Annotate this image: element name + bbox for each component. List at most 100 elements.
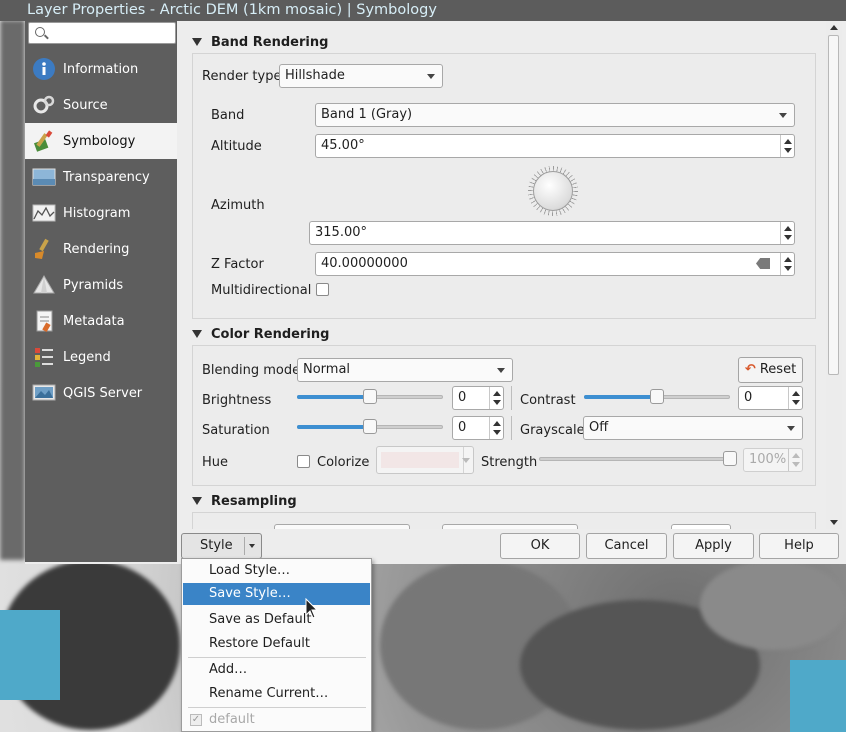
- color-rendering-header[interactable]: Color Rendering: [192, 324, 329, 344]
- style-button[interactable]: Style: [181, 533, 262, 559]
- contrast-spinbox[interactable]: 0: [738, 386, 803, 410]
- slider-handle[interactable]: [650, 389, 664, 404]
- menu-item-rename-current[interactable]: Rename Current…: [183, 683, 370, 705]
- resampling-header[interactable]: Resampling: [192, 491, 297, 511]
- collapse-triangle-icon: [192, 330, 202, 338]
- zfactor-value: 40.00000000: [321, 256, 408, 271]
- brightness-spinbox[interactable]: 0: [452, 386, 504, 410]
- strength-spinbox[interactable]: 100%: [743, 448, 803, 472]
- chevron-down-icon: [779, 113, 787, 118]
- menu-separator: [188, 657, 366, 658]
- azimuth-dial[interactable]: [528, 166, 578, 216]
- band-label: Band: [211, 108, 245, 123]
- spin-buttons[interactable]: [780, 222, 794, 244]
- slider-handle[interactable]: [363, 389, 377, 404]
- resampling-group: [192, 512, 816, 529]
- sidebar-item-label: Legend: [63, 349, 111, 365]
- sidebar-item-label: QGIS Server: [63, 385, 143, 401]
- brightness-slider[interactable]: [297, 389, 443, 405]
- saturation-label: Saturation: [202, 423, 270, 438]
- spin-buttons[interactable]: [489, 387, 503, 409]
- sidebar-item-pyramids[interactable]: Pyramids: [25, 267, 177, 303]
- altitude-label: Altitude: [211, 139, 262, 154]
- colorize-color-button[interactable]: [376, 446, 474, 474]
- spin-buttons[interactable]: [780, 253, 794, 275]
- zfactor-spinbox[interactable]: 40.00000000: [315, 252, 795, 276]
- colorize-checkbox[interactable]: [297, 455, 310, 468]
- sidebar-item-information[interactable]: Information: [25, 51, 177, 87]
- sidebar-item-source[interactable]: Source: [25, 87, 177, 123]
- zfactor-label: Z Factor: [211, 257, 264, 272]
- saturation-value: 0: [458, 420, 467, 435]
- azimuth-spinbox[interactable]: 315.00°: [309, 221, 795, 245]
- search-icon: [35, 27, 45, 37]
- band-combo[interactable]: Band 1 (Gray): [315, 103, 795, 127]
- pyramids-icon: [32, 273, 56, 297]
- clear-icon[interactable]: [756, 258, 770, 269]
- section-title: Band Rendering: [211, 34, 329, 50]
- sidebar-item-symbology[interactable]: Symbology: [25, 123, 177, 159]
- vertical-scrollbar[interactable]: [826, 21, 842, 529]
- grayscale-combo[interactable]: Off: [583, 416, 803, 440]
- sidebar-item-label: Source: [63, 97, 108, 113]
- slider-handle[interactable]: [363, 419, 377, 434]
- saturation-spinbox[interactable]: 0: [452, 416, 504, 440]
- spin-buttons[interactable]: [489, 417, 503, 439]
- multidirectional-checkbox[interactable]: [316, 283, 329, 296]
- collapse-triangle-icon: [192, 38, 202, 46]
- blending-mode-label: Blending mode: [202, 363, 301, 378]
- contrast-label: Contrast: [520, 393, 576, 408]
- sidebar-item-rendering[interactable]: Rendering: [25, 231, 177, 267]
- render-type-combo[interactable]: Hillshade: [279, 64, 443, 88]
- blending-mode-combo[interactable]: Normal: [297, 358, 513, 382]
- section-title: Color Rendering: [211, 326, 330, 342]
- reset-button[interactable]: ↶ Reset: [738, 357, 803, 383]
- menu-item-add[interactable]: Add…: [183, 659, 370, 681]
- strength-slider[interactable]: [539, 451, 737, 467]
- azimuth-label: Azimuth: [211, 198, 265, 213]
- scroll-up-icon[interactable]: [830, 25, 838, 30]
- section-title: Resampling: [211, 493, 297, 509]
- sidebar-item-metadata[interactable]: Metadata: [25, 303, 177, 339]
- sidebar-item-label: Rendering: [63, 241, 130, 257]
- sidebar-item-legend[interactable]: Legend: [25, 339, 177, 375]
- menu-item-label: default: [209, 712, 255, 727]
- spin-buttons[interactable]: [780, 135, 794, 157]
- rendering-icon: [32, 237, 56, 261]
- multidirectional-label: Multidirectional: [211, 283, 312, 298]
- chevron-down-icon: [787, 426, 795, 431]
- dial-knob[interactable]: [533, 171, 573, 211]
- search-input[interactable]: [28, 22, 176, 44]
- band-rendering-header[interactable]: Band Rendering: [192, 32, 328, 52]
- altitude-spinbox[interactable]: 45.00°: [315, 134, 795, 158]
- window-title: Layer Properties - Arctic DEM (1km mosai…: [0, 0, 846, 21]
- help-button[interactable]: Help: [759, 533, 839, 559]
- menu-item-save-style[interactable]: Save Style…: [183, 583, 370, 605]
- symbology-panel: Band Rendering Render type Hillshade Ban…: [190, 27, 826, 529]
- contrast-slider[interactable]: [584, 389, 730, 405]
- style-label: Style: [200, 538, 233, 553]
- sidebar-item-qgis-server[interactable]: QGIS Server: [25, 375, 177, 411]
- scrollbar-thumb[interactable]: [828, 35, 839, 375]
- sidebar-item-histogram[interactable]: Histogram: [25, 195, 177, 231]
- altitude-value: 45.00°: [321, 138, 365, 153]
- spin-buttons[interactable]: [788, 387, 802, 409]
- menu-item-save-as-default[interactable]: Save as Default: [183, 609, 370, 631]
- strength-value: 100%: [749, 452, 787, 467]
- band-rendering-group: Render type Hillshade Band Band 1 (Gray)…: [192, 53, 816, 319]
- spin-buttons[interactable]: [788, 449, 802, 471]
- sidebar-item-transparency[interactable]: Transparency: [25, 159, 177, 195]
- saturation-slider[interactable]: [297, 419, 443, 435]
- menu-item-restore-default[interactable]: Restore Default: [183, 633, 370, 655]
- slider-handle[interactable]: [723, 451, 737, 466]
- render-type-label: Render type: [202, 69, 282, 84]
- menu-item-load-style[interactable]: Load Style…: [183, 560, 370, 582]
- band-value: Band 1 (Gray): [321, 107, 413, 122]
- ok-button[interactable]: OK: [500, 533, 580, 559]
- scroll-down-icon[interactable]: [830, 520, 838, 525]
- grayscale-value: Off: [589, 420, 609, 435]
- menu-item-default-style[interactable]: ✓ default: [183, 709, 370, 731]
- divider: [511, 386, 512, 410]
- cancel-button[interactable]: Cancel: [586, 533, 667, 559]
- apply-button[interactable]: Apply: [673, 533, 754, 559]
